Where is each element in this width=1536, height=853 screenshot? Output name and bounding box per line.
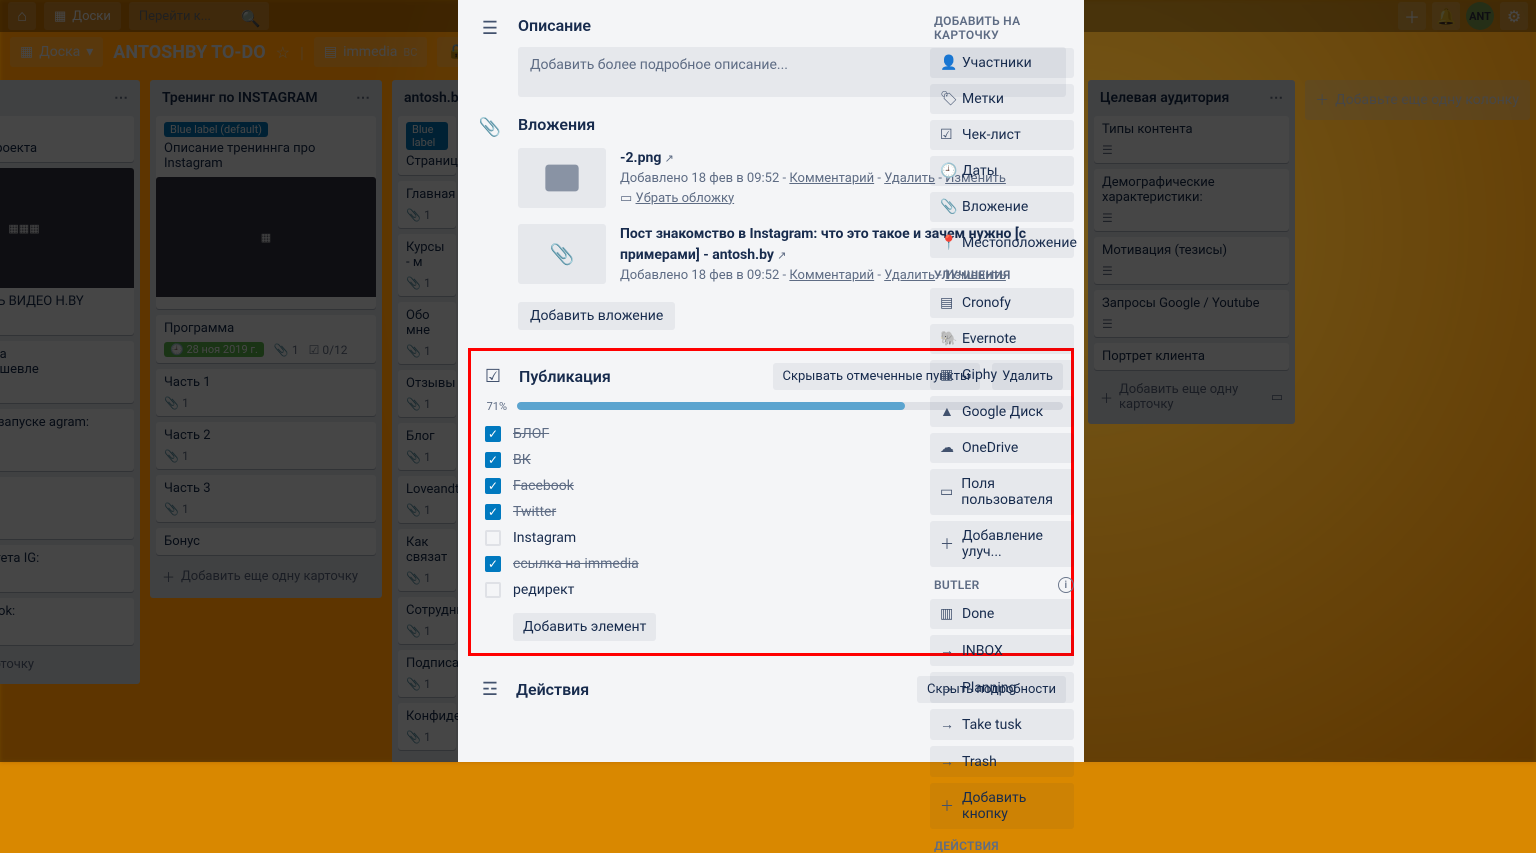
attachment-comment[interactable]: Комментарий	[789, 171, 874, 186]
powerup-custom-fields[interactable]: ▭Поля пользователя	[930, 469, 1074, 515]
checklist-item-label[interactable]: редирект	[513, 582, 574, 598]
checkbox[interactable]: ✓	[485, 504, 501, 520]
add-checklist-item[interactable]: Добавить элемент	[513, 613, 656, 641]
butler-inbox[interactable]: →INBOX	[930, 635, 1074, 666]
checklist-item-label[interactable]: Instagram	[513, 530, 576, 546]
attachment-delete[interactable]: Удалить	[884, 268, 935, 283]
add-butler-button[interactable]: ＋Добавить кнопку	[930, 783, 1074, 829]
location-button[interactable]: 📍Местоположение	[930, 228, 1074, 258]
checklist-title[interactable]: Публикация	[519, 367, 761, 386]
butler-done[interactable]: ▥Done	[930, 599, 1074, 629]
attachment-comment[interactable]: Комментарий	[789, 268, 874, 283]
activity-heading: Действия	[516, 680, 905, 699]
attachment-thumbnail	[518, 148, 606, 208]
checklist-percent: 71%	[479, 400, 507, 413]
checkbox[interactable]: ✓	[485, 478, 501, 494]
butler-planning[interactable]: →Planning	[930, 672, 1074, 703]
checklist-item-label[interactable]: Facebook	[513, 478, 574, 494]
checklist-item-label[interactable]: БЛОГ	[513, 426, 549, 442]
sidebar-heading-powerups: УЛУЧШЕНИЯ	[934, 268, 1074, 282]
powerup-giphy[interactable]: ▦Giphy	[930, 360, 1074, 390]
attachment-button[interactable]: 📎Вложение	[930, 192, 1074, 222]
checklist-icon: ☑	[479, 366, 507, 387]
attachment-icon: 📎	[476, 115, 504, 138]
members-button[interactable]: 👤Участники	[930, 48, 1074, 78]
card-sidebar: ДОБАВИТЬ НА КАРТОЧКУ 👤Участники 🏷Метки ☑…	[930, 4, 1080, 762]
checkbox[interactable]	[485, 582, 501, 598]
powerup-onedrive[interactable]: ☁OneDrive	[930, 433, 1074, 463]
attachment-thumbnail: 📎	[518, 224, 606, 284]
powerup-evernote[interactable]: 🐘Evernote	[930, 324, 1074, 354]
labels-button[interactable]: 🏷Метки	[930, 84, 1074, 114]
checkbox[interactable]: ✓	[485, 426, 501, 442]
checklist-button[interactable]: ☑Чек-лист	[930, 120, 1074, 150]
external-link-icon: ↗	[777, 249, 786, 262]
remove-cover[interactable]: Убрать обложку	[636, 191, 735, 206]
checklist-item-label[interactable]: Twitter	[513, 504, 556, 520]
info-icon[interactable]: i	[1058, 577, 1074, 593]
checkbox[interactable]: ✓	[485, 452, 501, 468]
add-powerup[interactable]: ＋Добавление улуч...	[930, 521, 1074, 567]
description-icon: ☰	[476, 16, 504, 39]
attachment-delete[interactable]: Удалить	[884, 171, 935, 186]
dates-button[interactable]: 🕘Даты	[930, 156, 1074, 186]
activity-icon: ☲	[476, 679, 504, 700]
checkbox[interactable]	[485, 530, 501, 546]
butler-take-tusk[interactable]: →Take tusk	[930, 709, 1074, 740]
checklist-item-label[interactable]: ВК	[513, 452, 531, 468]
sidebar-heading-add: ДОБАВИТЬ НА КАРТОЧКУ	[934, 14, 1074, 42]
sidebar-heading-actions: ДЕЙСТВИЯ	[934, 839, 1074, 853]
checkbox[interactable]: ✓	[485, 556, 501, 572]
external-link-icon: ↗	[665, 152, 674, 165]
powerup-cronofy[interactable]: ▤Cronofy	[930, 288, 1074, 318]
powerup-gdrive[interactable]: ▲Google Диск	[930, 396, 1074, 427]
attachment-title: -2.png	[620, 150, 661, 166]
add-attachment-button[interactable]: Добавить вложение	[518, 302, 675, 330]
sidebar-heading-butler: BUTLERi	[934, 577, 1074, 593]
card-cover-icon: ▭	[620, 191, 632, 206]
checklist-item-label[interactable]: ссылка на immedia	[513, 556, 639, 572]
